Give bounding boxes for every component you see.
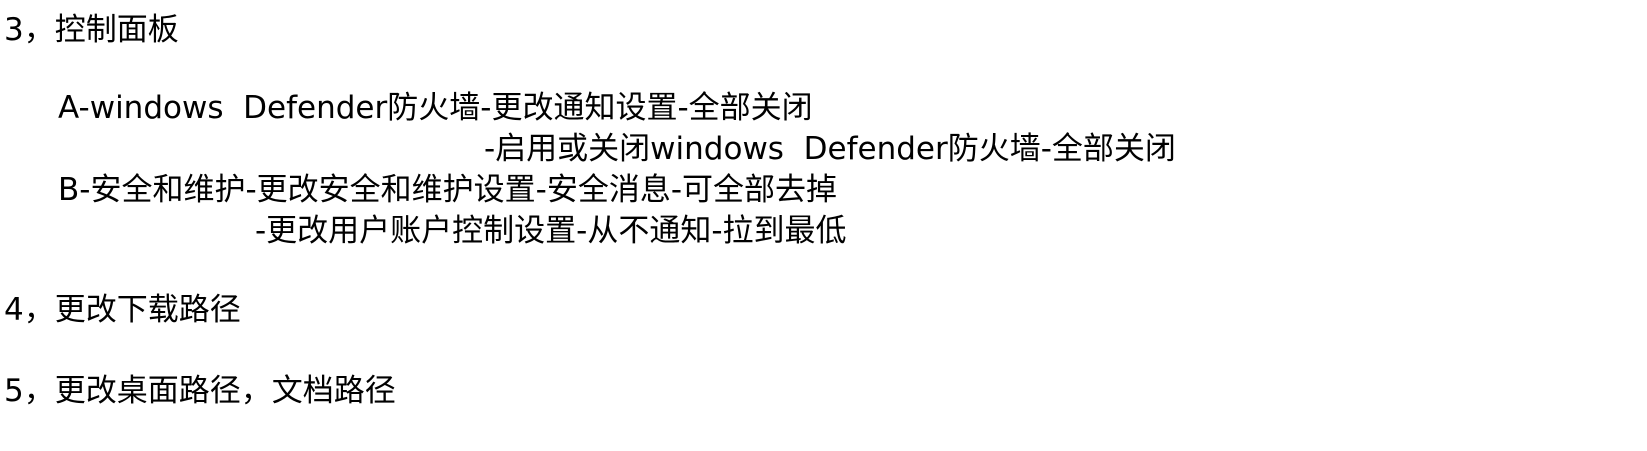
document-page: { "document": { "lines": [ "3，控制面板", "A-… [0, 0, 1647, 451]
item-a-firewall-notification: A-windows Defender防火墙-更改通知设置-全部关闭 [58, 90, 813, 126]
item-a-firewall-toggle: -启用或关闭windows Defender防火墙-全部关闭 [484, 131, 1176, 167]
section-3-heading: 3，控制面板 [4, 12, 179, 48]
item-b-uac-settings: -更改用户账户控制设置-从不通知-拉到最低 [255, 213, 847, 249]
section-4-heading: 4，更改下载路径 [4, 292, 241, 328]
section-5-heading: 5，更改桌面路径，文档路径 [4, 373, 396, 409]
item-b-security-maintenance: B-安全和维护-更改安全和维护设置-安全消息-可全部去掉 [58, 172, 838, 208]
